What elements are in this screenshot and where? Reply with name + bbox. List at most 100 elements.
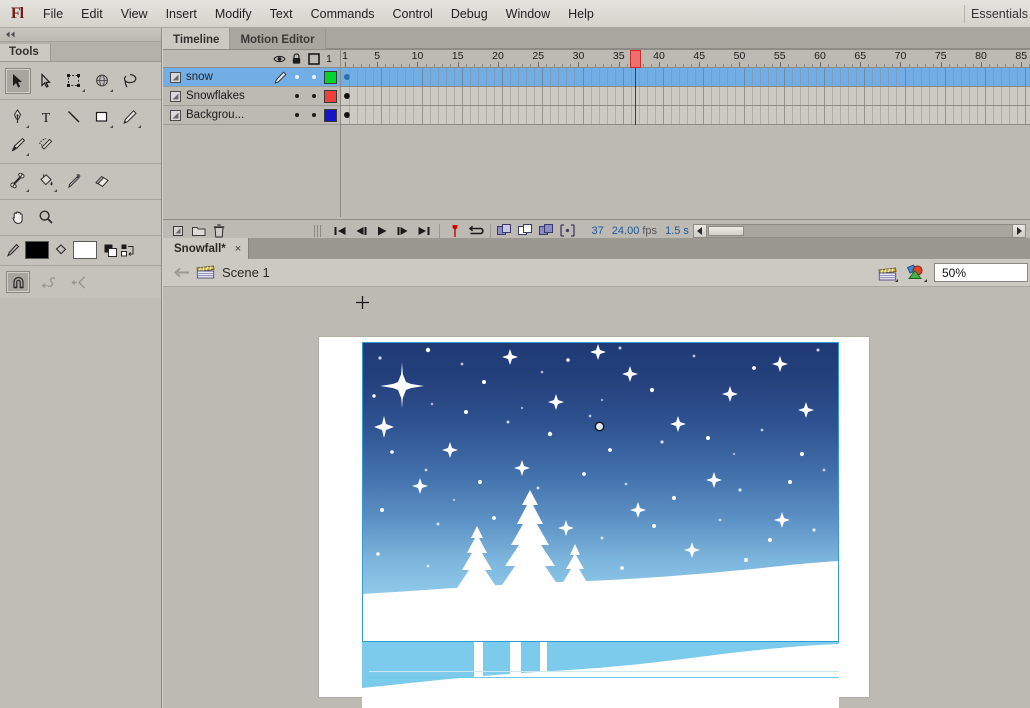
menu-item-help[interactable]: Help [559, 0, 603, 28]
frame-row-snow[interactable] [341, 68, 1030, 87]
deco-tool[interactable] [33, 132, 59, 158]
layer-name-snowflakes[interactable]: Snowflakes [183, 90, 272, 102]
stage-area[interactable] [163, 287, 1030, 708]
workspace-label[interactable]: Essentials [971, 7, 1030, 21]
layer-name-background[interactable]: Backgrou... [183, 109, 272, 121]
menu-item-text[interactable]: Text [261, 0, 302, 28]
frame-gridline [1017, 106, 1019, 124]
close-icon[interactable]: × [235, 243, 241, 255]
menu-item-edit[interactable]: Edit [72, 0, 112, 28]
frame-rate-indicator[interactable]: 24.00 fps [608, 225, 661, 237]
line-tool[interactable] [61, 104, 87, 130]
free-transform-tool[interactable] [61, 68, 87, 94]
document-tab-snowfall[interactable]: Snowfall* × [163, 238, 250, 259]
lock-icon[interactable] [288, 52, 305, 65]
scrollbar-thumb[interactable] [707, 225, 744, 236]
tools-panel-tab[interactable]: Tools [0, 44, 51, 61]
subselection-tool[interactable] [33, 68, 59, 94]
layer-visibility-toggle[interactable] [288, 94, 305, 98]
text-tool[interactable]: T [33, 104, 59, 130]
back-arrow-icon[interactable] [171, 267, 193, 278]
layer-visibility-toggle[interactable] [288, 75, 305, 79]
eraser-tool[interactable] [89, 168, 115, 194]
frame-gridline [807, 106, 809, 124]
menu-item-control[interactable]: Control [384, 0, 442, 28]
panel-grip[interactable] [313, 224, 322, 237]
timeline-horizontal-scrollbar[interactable] [692, 223, 1030, 238]
zoom-tool[interactable] [33, 204, 59, 230]
3d-rotation-tool[interactable] [89, 68, 115, 94]
frame-gridline [896, 87, 898, 105]
edit-symbols-icon[interactable] [905, 263, 927, 283]
bone-tool[interactable] [5, 168, 31, 194]
frame-gridline [461, 106, 463, 124]
scroll-left-button[interactable] [692, 223, 707, 238]
lasso-icon [123, 74, 137, 88]
black-and-white-icon[interactable] [104, 244, 117, 257]
menu-item-modify[interactable]: Modify [206, 0, 261, 28]
snap-to-objects-option[interactable] [6, 271, 30, 293]
layer-outline-color[interactable] [324, 70, 337, 84]
sparkle-stars-small [412, 344, 814, 558]
snow-symbol-artwork[interactable] [362, 342, 839, 642]
layer-name-snow[interactable]: snow [183, 71, 272, 83]
frame-gridline [848, 87, 850, 105]
lasso-tool[interactable] [117, 68, 143, 94]
layer-lock-toggle[interactable] [305, 75, 322, 79]
scroll-right-button[interactable] [1012, 223, 1026, 238]
pencil-tool[interactable] [117, 104, 143, 130]
layer-visibility-toggle[interactable] [288, 113, 305, 117]
menu-item-file[interactable]: File [34, 0, 72, 28]
outline-square-icon[interactable] [305, 52, 322, 65]
layer-row-snow[interactable]: snow [163, 68, 340, 87]
hand-tool[interactable] [5, 204, 31, 230]
straighten-option[interactable] [66, 271, 90, 293]
ruler-tick [369, 64, 371, 67]
menu-item-debug[interactable]: Debug [442, 0, 497, 28]
frame-gridline [799, 106, 801, 124]
scene-name-label[interactable]: Scene 1 [222, 265, 270, 280]
timeline-ruler[interactable]: 1 5 10 15 20 25 30 35 40 45 50 55 60 65 70 75 80 85 [341, 50, 1030, 68]
frame-gridline [493, 106, 495, 124]
scrollbar-track[interactable] [706, 223, 1012, 238]
fill-color-swatch[interactable] [73, 241, 97, 259]
layer-lock-toggle[interactable] [305, 113, 322, 117]
layer-outline-color[interactable] [324, 89, 337, 103]
swap-colors-icon[interactable] [121, 244, 135, 257]
layer-outline-color[interactable] [324, 108, 337, 122]
stroke-color-swatch[interactable] [25, 241, 49, 259]
tab-timeline[interactable]: Timeline [163, 28, 231, 49]
menu-item-view[interactable]: View [112, 0, 157, 28]
playhead-handle[interactable] [629, 50, 641, 68]
tool-group-view [0, 200, 161, 236]
frame-gridline [880, 68, 882, 86]
menu-item-commands[interactable]: Commands [302, 0, 384, 28]
frame-gridline [743, 87, 745, 105]
frame-row-background[interactable] [341, 106, 1030, 125]
zoom-level-input[interactable]: 50% [934, 263, 1028, 282]
ruler-tick [683, 64, 685, 67]
layer-row-snowflakes[interactable]: Snowflakes [163, 87, 340, 106]
frame-row-snowflakes[interactable] [341, 87, 1030, 106]
menu-item-window[interactable]: Window [497, 0, 559, 28]
eyedropper-tool[interactable] [61, 168, 87, 194]
frames-column[interactable]: 1 5 10 15 20 25 30 35 40 45 50 55 60 65 70 75 80 85 [341, 50, 1030, 217]
panel-collapse-button[interactable] [0, 28, 161, 42]
transform-center-marker[interactable] [594, 421, 605, 435]
eye-icon[interactable] [271, 54, 288, 64]
smooth-option[interactable] [36, 271, 60, 293]
edit-scene-icon[interactable] [876, 263, 898, 283]
frame-gridline [904, 87, 906, 105]
layer-row-background[interactable]: Backgrou... [163, 106, 340, 125]
layer-lock-toggle[interactable] [305, 94, 322, 98]
rectangle-tool[interactable] [89, 104, 115, 130]
brush-tool[interactable] [5, 132, 31, 158]
frame-gridline [936, 68, 938, 86]
tab-motion-editor[interactable]: Motion Editor [230, 28, 326, 49]
paint-bucket-tool[interactable] [33, 168, 59, 194]
status-divider-2 [489, 223, 491, 238]
workspace-switcher[interactable]: Essentials [958, 0, 1030, 28]
pen-tool[interactable] [5, 104, 31, 130]
selection-tool[interactable] [5, 68, 31, 94]
menu-item-insert[interactable]: Insert [157, 0, 206, 28]
